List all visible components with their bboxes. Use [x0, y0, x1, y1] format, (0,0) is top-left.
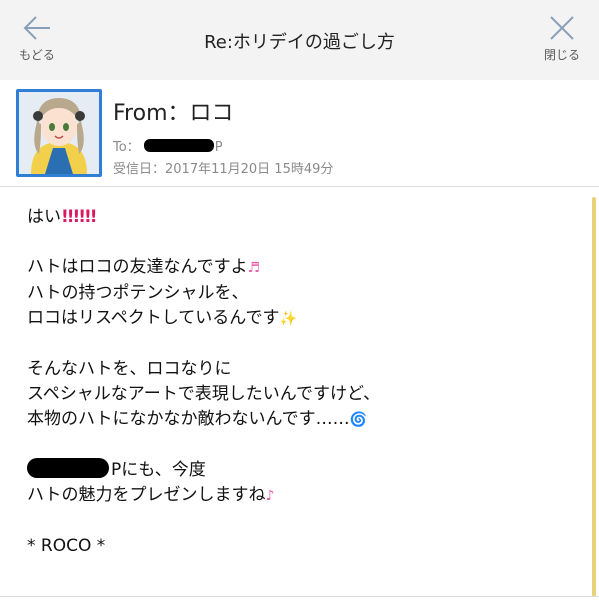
signature: * ROCO *	[27, 536, 106, 556]
text-line-2: ハトはロコの友達なんですよ	[27, 257, 248, 277]
sender-from: From：ロコ	[113, 101, 234, 126]
page-title: Re:ホリデイの過ごし方	[204, 32, 395, 53]
line-2: ハトはロコの友達なんですよ♬	[27, 255, 577, 281]
redacted-name	[143, 139, 214, 152]
text-line-7: 本物のハトになかなか敵わないんです……	[27, 409, 350, 429]
line-9: ハトの魅力をプレゼンしますね♪	[27, 483, 577, 509]
divider	[0, 596, 599, 597]
mail-header: From：ロコ To： P 受信日：2017年11月20日 15時49分	[0, 80, 599, 187]
swirl-icon: 🌀	[349, 412, 368, 428]
text-line-8: Pにも、今度	[111, 460, 206, 480]
recipient-line: To： P	[113, 136, 223, 155]
text-line-4: ロコはリスペクトしているんです	[27, 308, 280, 328]
line-4: ロコはリスペクトしているんです✨	[27, 306, 577, 332]
line-5: そんなハトを、ロコなりに	[27, 359, 232, 379]
sparkle-icon: ✨	[279, 311, 297, 327]
exclamation-marks: !!!!!!	[61, 207, 98, 227]
line-8: Pにも、今度	[27, 458, 577, 483]
sender-avatar	[16, 89, 102, 177]
text-hai: はい	[27, 207, 61, 227]
music-note-icon: ♪	[265, 488, 275, 504]
scrollbar[interactable]	[592, 197, 596, 597]
redacted-producer-name	[27, 458, 109, 478]
close-label: 閉じる	[543, 48, 580, 62]
received-date: 受信日：2017年11月20日 15時49分	[113, 162, 334, 177]
text-line-9: ハトの魅力をプレゼンしますね	[27, 485, 266, 505]
message-text: はい!!!!!! ハトはロコの友達なんですよ♬ ハトの持つポテンシャルを、 ロコ…	[27, 205, 577, 559]
line-3: ハトの持つポテンシャルを、	[27, 283, 249, 303]
top-bar: もどる Re:ホリデイの過ごし方 閉じる	[0, 0, 599, 80]
music-note-icon: ♬	[247, 260, 261, 276]
to-prefix: To：	[113, 140, 140, 155]
line-7: 本物のハトになかなか敵わないんです……🌀	[27, 407, 577, 433]
line-6: スペシャルなアートで表現したいんですけど、	[27, 384, 381, 404]
line-1: はい!!!!!!	[27, 205, 577, 230]
close-x-icon	[534, 14, 590, 42]
to-suffix: P	[214, 140, 223, 155]
message-body: はい!!!!!! ハトはロコの友達なんですよ♬ ハトの持つポテンシャルを、 ロコ…	[0, 187, 599, 600]
close-button[interactable]: 閉じる	[534, 14, 590, 74]
